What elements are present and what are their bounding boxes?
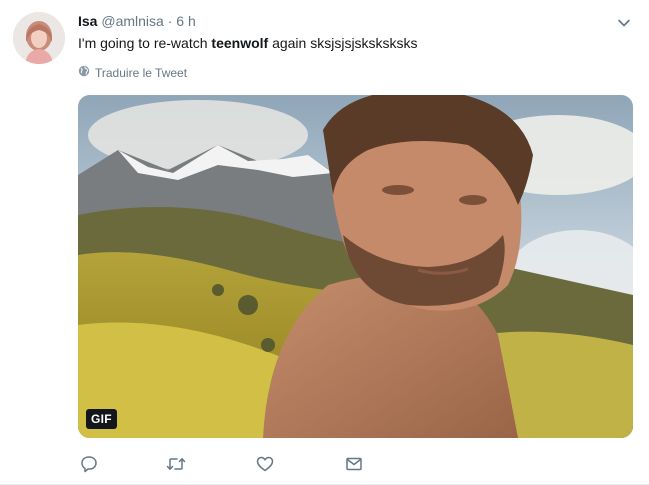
display-name[interactable]: Isa <box>78 13 97 29</box>
timestamp[interactable]: 6 h <box>176 13 195 29</box>
avatar[interactable] <box>13 12 65 64</box>
tweet-text: I'm going to re-watch teenwolf again sks… <box>78 33 418 53</box>
separator-dot: · <box>167 13 173 29</box>
translate-label: Traduire le Tweet <box>95 66 188 80</box>
tweet-actions <box>78 453 378 475</box>
retweet-icon[interactable] <box>165 453 187 475</box>
reply-icon[interactable] <box>78 453 100 475</box>
translate-tweet-link[interactable]: Traduire le Tweet <box>78 65 187 81</box>
tweet-text-after: again sksjsjsjsksksksks <box>268 35 418 51</box>
tweet-text-before: I'm going to re-watch <box>78 35 212 51</box>
heart-icon[interactable] <box>254 453 276 475</box>
gif-frame <box>78 95 633 438</box>
chevron-down-icon[interactable] <box>613 12 635 34</box>
globe-icon <box>78 65 90 81</box>
tweet-text-bold: teenwolf <box>211 35 269 51</box>
tweet[interactable]: Isa @amlnisa · 6 h I'm going to re-watch… <box>0 0 649 485</box>
gif-badge: GIF <box>86 409 117 429</box>
envelope-icon[interactable] <box>343 453 365 475</box>
user-handle[interactable]: @amlnisa <box>101 13 163 29</box>
tweet-header: Isa @amlnisa · 6 h <box>78 12 196 30</box>
gif-media[interactable]: GIF <box>78 95 633 438</box>
